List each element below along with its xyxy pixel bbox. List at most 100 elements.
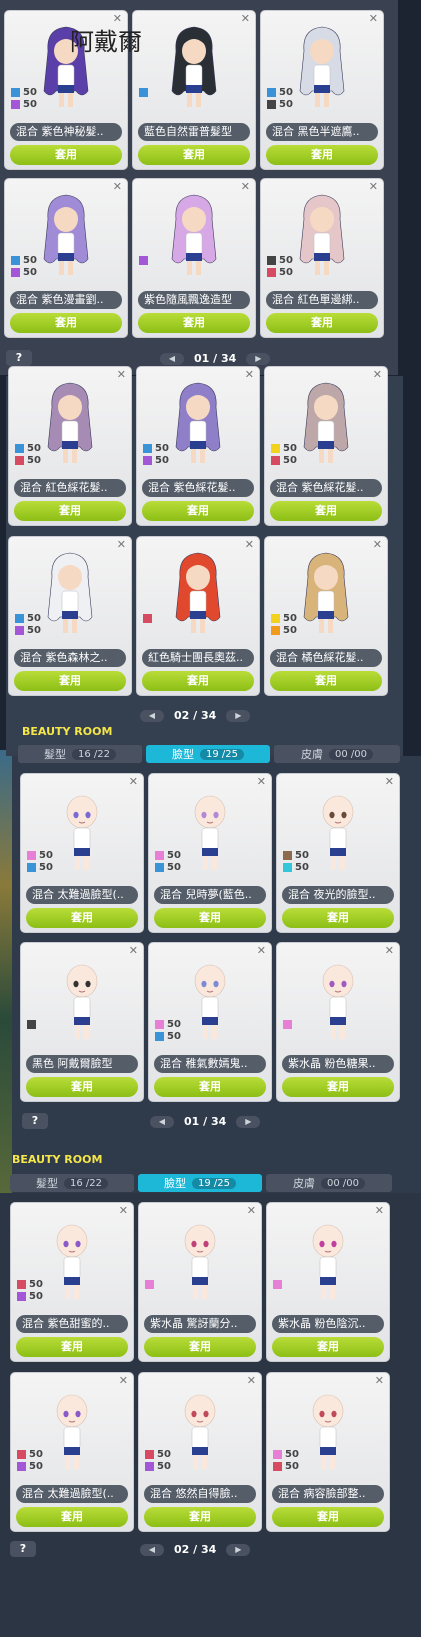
item-card[interactable]: ✕ 50 50 混合 橘色綵花髮.. 套用: [264, 536, 388, 696]
prev-page-button[interactable]: ◀: [140, 709, 164, 722]
item-card[interactable]: ✕ 50 50 混合 夜光的臉型.. 套用: [276, 773, 400, 933]
item-card[interactable]: ✕ 紫水晶 驚訝蘭分.. 套用: [138, 1202, 262, 1362]
item-card[interactable]: ✕ 50 50 混合 黑色半遮鷹.. 套用: [260, 10, 384, 170]
tab-face[interactable]: 臉型 19 /25: [146, 745, 270, 763]
apply-button[interactable]: 套用: [10, 313, 122, 333]
apply-button[interactable]: 套用: [272, 1337, 384, 1357]
tab-skin[interactable]: 皮膚 00 /00: [274, 745, 400, 763]
apply-button[interactable]: 套用: [266, 145, 378, 165]
apply-button[interactable]: 套用: [270, 501, 382, 521]
item-card[interactable]: ✕ 50 50 混合 紫色漫畫劉.. 套用: [4, 178, 128, 338]
item-card[interactable]: ✕ 50 50 混合 紫色綵花髮.. 套用: [264, 366, 388, 526]
color-swatches: 50 50: [27, 849, 53, 873]
close-icon[interactable]: ✕: [129, 775, 138, 788]
item-card[interactable]: ✕ 紅色騎士團長奧茲.. 套用: [136, 536, 260, 696]
close-icon[interactable]: ✕: [129, 944, 138, 957]
character-preview: [292, 189, 352, 289]
item-name: 混合 夜光的臉型..: [282, 886, 394, 904]
apply-button[interactable]: 套用: [138, 145, 250, 165]
apply-button[interactable]: 套用: [26, 1077, 138, 1097]
swatch-square: [139, 87, 148, 97]
swatch-square: [273, 1449, 282, 1459]
apply-button[interactable]: 套用: [16, 1337, 128, 1357]
color-swatch: 50: [11, 254, 37, 266]
close-icon[interactable]: ✕: [373, 368, 382, 381]
apply-button[interactable]: 套用: [144, 1507, 256, 1527]
close-icon[interactable]: ✕: [369, 180, 378, 193]
apply-button[interactable]: 套用: [138, 313, 250, 333]
next-page-button[interactable]: ▶: [246, 352, 271, 365]
close-icon[interactable]: ✕: [385, 944, 394, 957]
apply-button[interactable]: 套用: [270, 671, 382, 691]
item-card[interactable]: ✕ 50 50 混合 太難過臉型(.. 套用: [20, 773, 144, 933]
apply-button[interactable]: 套用: [154, 1077, 266, 1097]
item-card[interactable]: ✕ 50 50 混合 紅色綵花髮.. 套用: [8, 366, 132, 526]
prev-page-button[interactable]: ◀: [160, 352, 184, 365]
item-card[interactable]: ✕ 50 50 混合 紫色甜蜜的.. 套用: [10, 1202, 134, 1362]
next-page-button[interactable]: ▶: [226, 709, 251, 722]
close-icon[interactable]: ✕: [117, 368, 126, 381]
apply-button[interactable]: 套用: [14, 501, 126, 521]
item-card[interactable]: ✕ 50 50 混合 紅色單邊綁.. 套用: [260, 178, 384, 338]
apply-button[interactable]: 套用: [144, 1337, 256, 1357]
prev-page-button[interactable]: ◀: [150, 1115, 174, 1128]
item-card[interactable]: ✕ 紫色隨風飄逸造型 套用: [132, 178, 256, 338]
apply-button[interactable]: 套用: [142, 671, 254, 691]
close-icon[interactable]: ✕: [375, 1374, 384, 1387]
item-card[interactable]: ✕ 50 50 混合 紫色綵花髮.. 套用: [136, 366, 260, 526]
item-card[interactable]: ✕ 50 50 混合 紫色森林之.. 套用: [8, 536, 132, 696]
tab-hair[interactable]: 髮型 16 /22: [10, 1174, 134, 1192]
close-icon[interactable]: ✕: [257, 775, 266, 788]
item-card[interactable]: ✕ 50 50 混合 悠然自得臉.. 套用: [138, 1372, 262, 1532]
item-card[interactable]: ✕ 50 50 混合 太難過臉型(.. 套用: [10, 1372, 134, 1532]
next-page-button[interactable]: ▶: [226, 1543, 251, 1556]
close-icon[interactable]: ✕: [119, 1374, 128, 1387]
apply-button[interactable]: 套用: [282, 908, 394, 928]
prev-page-button[interactable]: ◀: [140, 1543, 164, 1556]
item-card[interactable]: ✕ 50 50 混合 兒時夢(藍色.. 套用: [148, 773, 272, 933]
tab-hair[interactable]: 髮型 16 /22: [18, 745, 142, 763]
item-card[interactable]: ✕ 50 50 混合 稚氣數嫣鬼.. 套用: [148, 942, 272, 1102]
tab-face[interactable]: 臉型 19 /25: [138, 1174, 262, 1192]
tab-count: 16 /22: [72, 748, 116, 760]
item-card[interactable]: ✕ 紫水晶 粉色陰沉.. 套用: [266, 1202, 390, 1362]
item-card[interactable]: ✕ 黑色 阿戴爾臉型 套用: [20, 942, 144, 1102]
tab-count: 00 /00: [329, 748, 373, 760]
close-icon[interactable]: ✕: [257, 944, 266, 957]
close-icon[interactable]: ✕: [245, 538, 254, 551]
swatch-percent: 50: [283, 624, 297, 636]
apply-button[interactable]: 套用: [26, 908, 138, 928]
apply-button[interactable]: 套用: [14, 671, 126, 691]
apply-button[interactable]: 套用: [266, 313, 378, 333]
item-card[interactable]: ✕ 紫水晶 粉色糖果.. 套用: [276, 942, 400, 1102]
help-button[interactable]: ?: [22, 1113, 48, 1129]
apply-button[interactable]: 套用: [142, 501, 254, 521]
close-icon[interactable]: ✕: [369, 12, 378, 25]
close-icon[interactable]: ✕: [241, 12, 250, 25]
close-icon[interactable]: ✕: [245, 368, 254, 381]
next-page-button[interactable]: ▶: [236, 1115, 261, 1128]
apply-button[interactable]: 套用: [16, 1507, 128, 1527]
close-icon[interactable]: ✕: [385, 775, 394, 788]
swatch-percent: 50: [155, 454, 169, 466]
close-icon[interactable]: ✕: [375, 1204, 384, 1217]
close-icon[interactable]: ✕: [119, 1204, 128, 1217]
item-card[interactable]: ✕ 50 50 混合 病容臉部整.. 套用: [266, 1372, 390, 1532]
item-card[interactable]: ✕ 藍色自然雷普髮型 套用: [132, 10, 256, 170]
close-icon[interactable]: ✕: [247, 1374, 256, 1387]
close-icon[interactable]: ✕: [247, 1204, 256, 1217]
close-icon[interactable]: ✕: [373, 538, 382, 551]
close-icon[interactable]: ✕: [117, 538, 126, 551]
swatch-square: [271, 613, 280, 623]
close-icon[interactable]: ✕: [113, 180, 122, 193]
help-button[interactable]: ?: [10, 1541, 36, 1557]
apply-button[interactable]: 套用: [272, 1507, 384, 1527]
swatch-square: [155, 850, 164, 860]
close-icon[interactable]: ✕: [241, 180, 250, 193]
help-button[interactable]: ?: [6, 350, 32, 366]
apply-button[interactable]: 套用: [282, 1077, 394, 1097]
apply-button[interactable]: 套用: [154, 908, 266, 928]
tab-skin[interactable]: 皮膚 00 /00: [266, 1174, 392, 1192]
apply-button[interactable]: 套用: [10, 145, 122, 165]
swatch-square: [283, 862, 292, 872]
